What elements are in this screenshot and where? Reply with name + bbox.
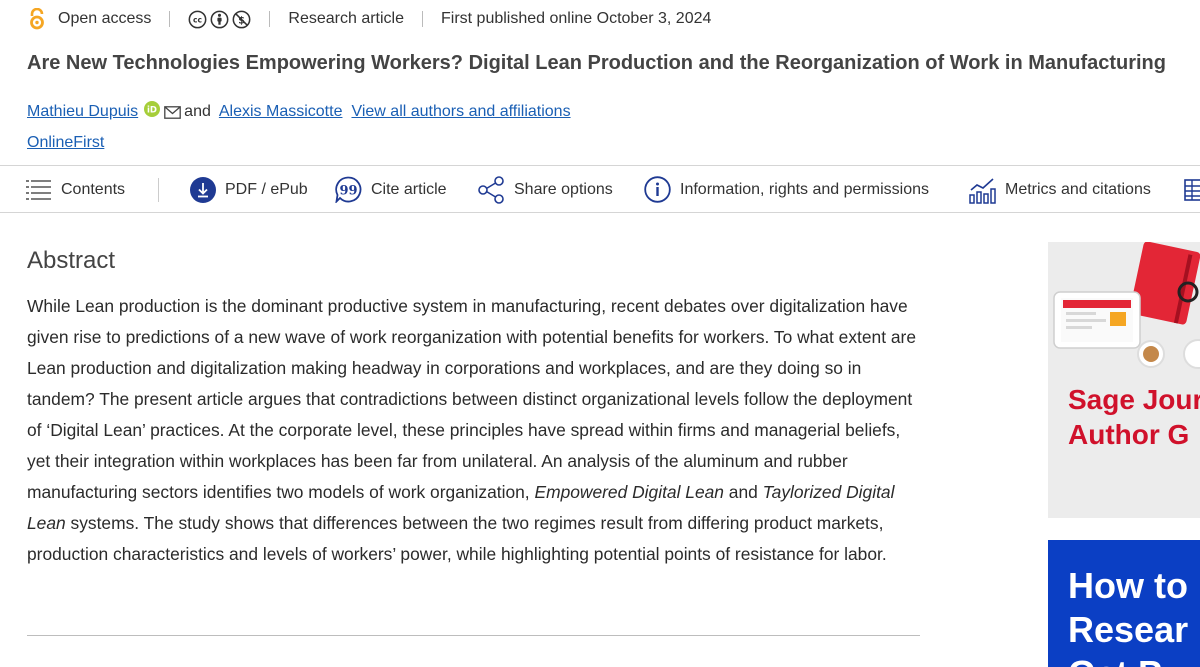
cc-icon: cc bbox=[188, 10, 207, 28]
license-icons[interactable]: cc $ bbox=[188, 10, 251, 29]
abstract-heading: Abstract bbox=[27, 247, 116, 274]
section-divider bbox=[27, 635, 920, 636]
share-options-button[interactable]: Share options bbox=[477, 166, 613, 213]
onlinefirst-link[interactable]: OnlineFirst bbox=[27, 134, 104, 152]
svg-text:iD: iD bbox=[147, 105, 157, 115]
contents-label: Contents bbox=[61, 180, 126, 198]
ad-headline-line: Resear bbox=[1068, 609, 1189, 650]
info-icon bbox=[644, 176, 671, 203]
author-list: Mathieu Dupuis iD and Alexis Massicotte … bbox=[27, 100, 571, 124]
pdf-epub-button[interactable]: PDF / ePub bbox=[190, 166, 308, 213]
svg-text:99: 99 bbox=[339, 184, 357, 199]
view-all-authors-link[interactable]: View all authors and affiliations bbox=[351, 103, 570, 121]
nc-icon: $ bbox=[232, 10, 251, 28]
article-toolbar: Contents PDF / ePub 99 Cite article Shar… bbox=[0, 165, 1200, 213]
information-rights-button[interactable]: Information, rights and permissions bbox=[644, 166, 929, 213]
ad-headline-line: How to bbox=[1068, 565, 1188, 606]
toolbar-divider bbox=[158, 178, 159, 202]
meta-separator bbox=[422, 11, 423, 27]
svg-text:cc: cc bbox=[193, 15, 202, 24]
ad-illustration bbox=[1053, 242, 1200, 369]
ad-headline-line: Get Pu bbox=[1068, 652, 1188, 667]
article-title: Are New Technologies Empowering Workers?… bbox=[27, 52, 1166, 74]
article-type: Research article bbox=[288, 10, 404, 27]
abstract-text-part: systems. The study shows that difference… bbox=[27, 513, 887, 564]
article-page: Open access cc $ Research article First … bbox=[0, 0, 1200, 667]
orcid-icon[interactable]: iD bbox=[144, 101, 161, 117]
metrics-citations-label: Metrics and citations bbox=[1005, 180, 1151, 198]
information-rights-label: Information, rights and permissions bbox=[680, 180, 929, 198]
abstract-text-part: and bbox=[723, 482, 763, 502]
author-link-dupuis[interactable]: Mathieu Dupuis bbox=[27, 103, 138, 121]
meta-separator bbox=[169, 11, 171, 27]
ad-headline-line: Sage Jour bbox=[1068, 384, 1200, 415]
abstract-emphasis: Empowered Digital Lean bbox=[534, 482, 724, 502]
abstract-text: While Lean production is the dominant pr… bbox=[27, 291, 927, 570]
share-options-label: Share options bbox=[514, 180, 613, 198]
open-access-icon bbox=[30, 8, 44, 30]
figures-tables-button[interactable] bbox=[1184, 166, 1200, 213]
cite-article-label: Cite article bbox=[371, 180, 447, 198]
cite-article-button[interactable]: 99 Cite article bbox=[335, 166, 447, 213]
contents-button[interactable]: Contents bbox=[26, 166, 125, 213]
share-icon bbox=[478, 175, 504, 204]
mail-icon[interactable] bbox=[164, 105, 182, 119]
metrics-chart-icon bbox=[969, 177, 996, 204]
open-access-label: Open access bbox=[58, 10, 152, 27]
meta-row: Open access cc $ Research article First … bbox=[28, 6, 711, 32]
pdf-epub-label: PDF / ePub bbox=[225, 180, 308, 198]
quote-icon: 99 bbox=[335, 176, 362, 203]
metrics-citations-button[interactable]: Metrics and citations bbox=[969, 166, 1151, 213]
contents-list-icon bbox=[26, 179, 51, 200]
author-link-massicotte[interactable]: Alexis Massicotte bbox=[219, 103, 343, 121]
download-icon bbox=[190, 176, 216, 203]
published-date: First published online October 3, 2024 bbox=[441, 10, 712, 27]
table-icon bbox=[1184, 178, 1200, 201]
abstract-text-part: While Lean production is the dominant pr… bbox=[27, 296, 916, 502]
ad-headline-line: Author G bbox=[1068, 419, 1190, 450]
by-icon bbox=[210, 10, 229, 28]
how-to-research-ad[interactable]: How to Resear Get Pu bbox=[1048, 540, 1200, 667]
ad-headline: Sage Jour Author G bbox=[1068, 382, 1200, 452]
ad-headline: How to Resear Get Pu bbox=[1068, 564, 1188, 667]
author-conjunction: and bbox=[184, 103, 211, 120]
author-guide-ad[interactable]: Sage Jour Author G bbox=[1048, 242, 1200, 518]
meta-separator bbox=[269, 11, 271, 27]
